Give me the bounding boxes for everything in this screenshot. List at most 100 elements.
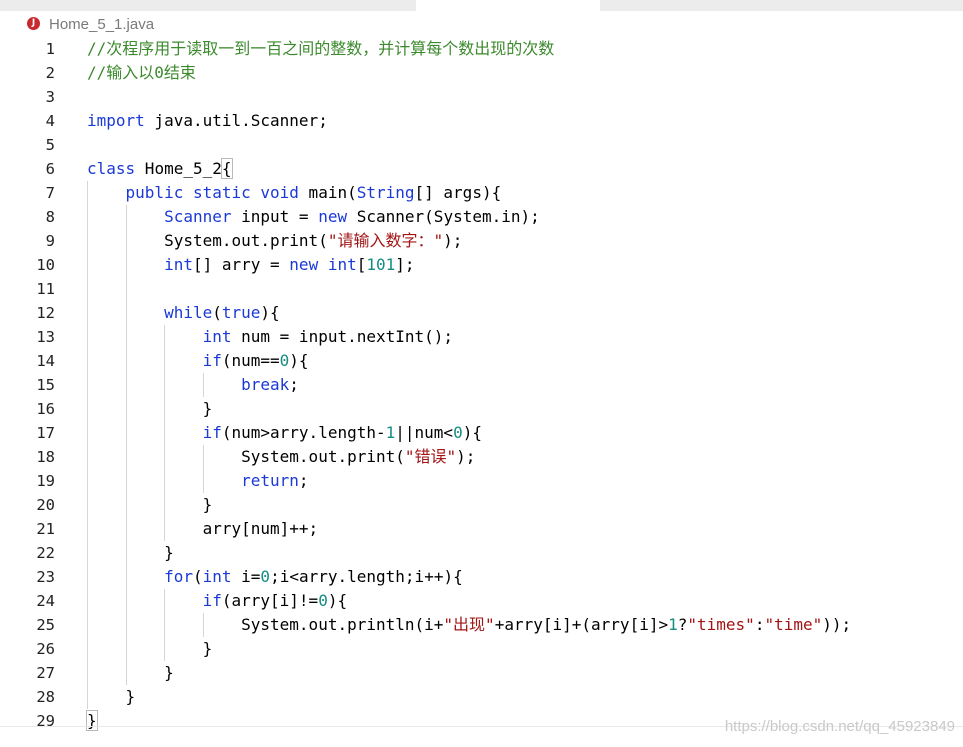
code-token: ||num<	[395, 423, 454, 442]
code-token: if	[202, 351, 222, 370]
code-token: "错误"	[404, 447, 457, 466]
code-token: }	[86, 710, 98, 731]
code-line: 2 //输入以0结束	[0, 61, 963, 85]
line-number: 21	[36, 520, 55, 538]
code-token: import	[87, 111, 145, 130]
code-line: 26 }	[0, 637, 963, 661]
code-text: }	[87, 637, 213, 661]
code-token: int	[164, 255, 193, 274]
code-token: }	[87, 495, 213, 514]
code-text: }	[86, 709, 98, 733]
code-token: }	[87, 399, 213, 418]
code-token: }	[87, 663, 174, 682]
code-token: [	[356, 255, 367, 274]
code-text: System.out.println(i+"出现"+arry[i]+(arry[…	[87, 613, 851, 637]
code-token: Scanner(System.in);	[347, 207, 540, 226]
code-text: }	[87, 397, 213, 421]
code-token: }	[87, 543, 174, 562]
line-number: 4	[45, 112, 55, 130]
code-token: [] args){	[414, 183, 502, 202]
line-number: 2	[45, 64, 55, 82]
code-token: //输入以0结束	[87, 63, 196, 82]
code-editor[interactable]: 1 //次程序用于读取一到一百之间的整数，并计算每个数出现的次数 2 //输入以0结束…	[0, 37, 963, 731]
code-line: 25 System.out.println(i+"出现"+arry[i]+(ar…	[0, 613, 963, 637]
code-token: (	[192, 567, 203, 586]
indent-guide	[164, 589, 165, 661]
code-text: }	[87, 493, 213, 517]
code-token: main(	[298, 183, 357, 202]
code-token: if	[202, 423, 222, 442]
code-token: ;i<arry.length;i++){	[270, 567, 463, 586]
code-token: (num>arry.length-	[221, 423, 386, 442]
code-line: 27 }	[0, 661, 963, 685]
line-number: 23	[36, 568, 55, 586]
code-text: int[] arry = new int[101];	[87, 253, 415, 277]
line-number: 28	[36, 688, 55, 706]
code-token: String	[356, 183, 415, 202]
code-token: );	[443, 231, 463, 250]
code-line: 17 if(num>arry.length-1||num<0){	[0, 421, 963, 445]
code-text: int num = input.nextInt();	[87, 325, 453, 349]
code-token: "请输入数字："	[327, 231, 444, 250]
code-token: input =	[231, 207, 319, 226]
code-line: 6 class Home_5_2{	[0, 157, 963, 181]
code-token: break	[241, 375, 290, 394]
code-token: ){	[260, 303, 280, 322]
code-token: //次程序用于读取一到一百之间的整数，并计算每个数出现的次数	[87, 39, 555, 58]
code-line: 9 System.out.print("请输入数字：");	[0, 229, 963, 253]
code-line: 12 while(true){	[0, 301, 963, 325]
code-token: true	[221, 303, 261, 322]
code-token: 1	[668, 615, 678, 634]
code-token: Scanner	[164, 207, 232, 226]
code-line: 10 int[] arry = new int[101];	[0, 253, 963, 277]
code-token: "出现"	[443, 615, 495, 634]
line-number: 15	[36, 376, 55, 394]
line-number: 27	[36, 664, 55, 682]
code-token: (num==	[221, 351, 280, 370]
code-token: new	[318, 207, 348, 226]
indent-guide	[126, 205, 127, 685]
code-token: int	[202, 327, 232, 346]
code-token: int	[327, 255, 357, 274]
code-text: //输入以0结束	[87, 61, 196, 85]
code-token: while	[164, 303, 213, 322]
code-line: 16 }	[0, 397, 963, 421]
code-text: for(int i=0;i<arry.length;i++){	[87, 565, 463, 589]
code-text: System.out.print("请输入数字：");	[87, 229, 462, 253]
file-tab[interactable]: J Home_5_1.java	[0, 11, 963, 37]
code-line: 11	[0, 277, 963, 301]
line-number: 14	[36, 352, 55, 370]
code-token: if	[202, 591, 222, 610]
line-number: 13	[36, 328, 55, 346]
code-token: java.util.Scanner;	[144, 111, 328, 130]
code-text: }	[87, 661, 174, 685]
line-number: 6	[45, 160, 55, 178]
code-token: ];	[395, 255, 415, 274]
code-token: ){	[289, 351, 309, 370]
line-number: 24	[36, 592, 55, 610]
line-number: 22	[36, 544, 55, 562]
code-line: 28 }	[0, 685, 963, 709]
java-error-icon: J	[27, 17, 40, 30]
line-number: 12	[36, 304, 55, 322]
code-token: +arry[i]+(arry[i]>	[494, 615, 669, 634]
code-token: (arry[i]!=	[221, 591, 319, 610]
code-token: ;	[298, 471, 309, 490]
line-number: 18	[36, 448, 55, 466]
code-text: if(num==0){	[87, 349, 309, 373]
code-line: 18 System.out.print("错误");	[0, 445, 963, 469]
code-text: public static void main(String[] args){	[87, 181, 502, 205]
line-number: 1	[45, 40, 55, 58]
code-token: System.out.println(i+	[87, 615, 444, 634]
code-text: }	[87, 685, 136, 709]
code-token: 0	[260, 567, 271, 586]
code-token: class	[87, 159, 136, 178]
code-token: 0	[279, 351, 290, 370]
code-line: 14 if(num==0){	[0, 349, 963, 373]
watermark: https://blog.csdn.net/qq_45923849	[724, 718, 955, 735]
code-text: class Home_5_2{	[87, 157, 233, 181]
code-token: i=	[231, 567, 261, 586]
